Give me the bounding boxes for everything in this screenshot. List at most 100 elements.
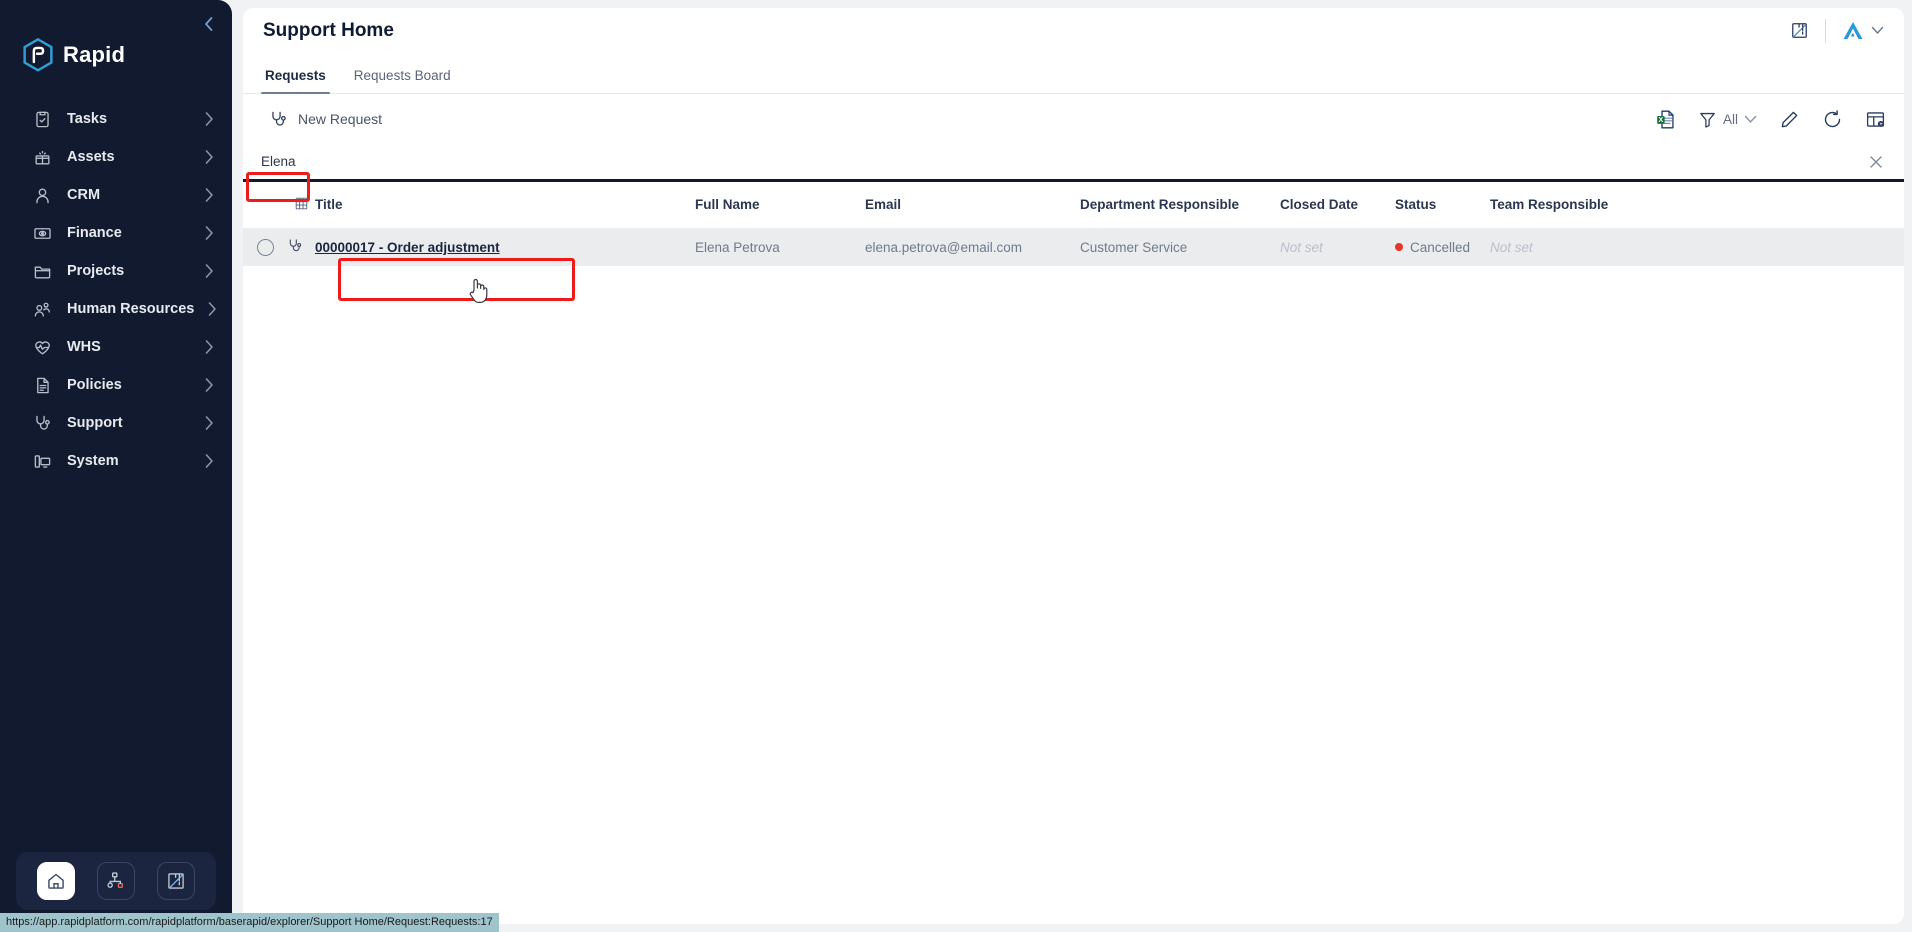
status-dot-icon: [1395, 243, 1403, 252]
excel-export-button[interactable]: X: [1655, 109, 1676, 130]
stethoscope-icon: [289, 239, 302, 251]
sidebar-item-policies[interactable]: Policies: [0, 366, 232, 404]
clipboard-check-icon: [32, 109, 53, 130]
grid-icon: [295, 197, 307, 210]
row-closed-date-cell: Not set: [1280, 228, 1395, 266]
sidebar-item-label: Policies: [67, 377, 122, 393]
closed-date-value: Not set: [1280, 239, 1323, 255]
chevron-right-icon: [205, 188, 214, 202]
sidebar-collapse-button[interactable]: [198, 14, 218, 34]
column-header-department-responsible[interactable]: Department Responsible: [1080, 182, 1280, 229]
sidebar-item-label: Projects: [67, 263, 125, 279]
stethoscope-icon: [272, 111, 286, 126]
sidebar-nav: Tasks Assets CRM Finance Projects Human …: [0, 100, 232, 852]
sidebar-item-human-resources[interactable]: Human Resources: [0, 290, 232, 328]
home-icon: [48, 873, 64, 889]
funnel-icon: [1700, 112, 1715, 128]
clear-search-button[interactable]: [1866, 152, 1886, 172]
svg-text:X: X: [1659, 117, 1664, 124]
request-title-link[interactable]: 00000017 - Order adjustment: [315, 240, 500, 255]
pencil-icon: [1781, 111, 1798, 127]
chevron-right-icon: [205, 226, 214, 240]
row-email-cell: elena.petrova@email.com: [865, 228, 1080, 266]
new-request-label: New Request: [298, 111, 383, 127]
avatar-logo-icon: [1843, 21, 1863, 39]
actionbar: New Request X All: [243, 94, 1904, 144]
column-header-team-responsible[interactable]: Team Responsible: [1490, 182, 1904, 229]
sidebar-footer: [16, 852, 216, 910]
chevron-right-icon: [205, 454, 214, 468]
row-title-cell: 00000017 - Order adjustment: [315, 228, 695, 266]
divider: [1825, 18, 1826, 43]
grid-column-header[interactable]: [287, 182, 315, 229]
avatar-menu[interactable]: [1840, 19, 1884, 43]
stethoscope-icon: [32, 413, 53, 434]
chevron-right-icon: [205, 264, 214, 278]
excel-export-icon: X: [1657, 110, 1674, 128]
column-settings-button[interactable]: [1865, 109, 1886, 130]
tabbar: Requests Requests Board: [243, 53, 1904, 94]
row-select-cell: [243, 228, 287, 266]
sidebar-item-projects[interactable]: Projects: [0, 252, 232, 290]
new-request-button[interactable]: New Request: [259, 105, 392, 134]
brand[interactable]: Rapid: [0, 0, 232, 78]
column-header-title[interactable]: Title: [315, 182, 695, 229]
banknote-eye-icon: [32, 223, 53, 244]
status-label: Cancelled: [1410, 239, 1471, 255]
ruler-icon: [168, 873, 184, 889]
column-header-status[interactable]: Status: [1395, 182, 1490, 229]
column-header-closed-date[interactable]: Closed Date: [1280, 182, 1395, 229]
heart-pulse-icon: [32, 337, 53, 358]
team-value: Not set: [1490, 239, 1533, 255]
chevron-down-icon: [1744, 115, 1757, 123]
ruler-button[interactable]: [157, 862, 195, 900]
close-x-icon: [1870, 155, 1882, 168]
table-settings-icon: [1866, 111, 1885, 127]
sidebar-item-label: Human Resources: [67, 301, 195, 317]
titlebar: Support Home: [243, 8, 1904, 53]
chevron-left-icon: [204, 17, 212, 31]
column-header-email[interactable]: Email: [865, 182, 1080, 229]
requests-table: Title Full Name Email Department Respons…: [243, 182, 1904, 266]
sidebar-item-crm[interactable]: CRM: [0, 176, 232, 214]
sidebar-item-system[interactable]: System: [0, 442, 232, 480]
refresh-button[interactable]: [1822, 109, 1843, 130]
main-panel: Support Home Requests Requests Board New…: [243, 8, 1904, 924]
refresh-icon: [1824, 109, 1841, 127]
document-lines-icon: [32, 375, 53, 396]
search-input[interactable]: [251, 148, 551, 175]
chevron-down-icon: [1871, 26, 1884, 34]
person-icon: [32, 185, 53, 206]
sidebar-item-label: WHS: [67, 339, 101, 355]
sidebar-item-assets[interactable]: Assets: [0, 138, 232, 176]
filter-button[interactable]: All: [1698, 110, 1757, 129]
sidebar-item-label: System: [67, 453, 119, 469]
table-header-row: Title Full Name Email Department Respons…: [243, 182, 1904, 229]
computer-icon: [32, 451, 53, 472]
row-department-cell: Customer Service: [1080, 228, 1280, 266]
sidebar-item-whs[interactable]: WHS: [0, 328, 232, 366]
sidebar-item-support[interactable]: Support: [0, 404, 232, 442]
chevron-right-icon: [205, 340, 214, 354]
people-icon: [32, 299, 53, 320]
ruler-button[interactable]: [1787, 19, 1811, 43]
home-button[interactable]: [37, 862, 75, 900]
table-row[interactable]: 00000017 - Order adjustment Elena Petrov…: [243, 228, 1904, 266]
column-header-full-name[interactable]: Full Name: [695, 182, 865, 229]
select-column-header: [243, 182, 287, 229]
chevron-right-icon: [208, 302, 217, 316]
brand-name: Rapid: [63, 42, 126, 67]
tab-requests[interactable]: Requests: [251, 68, 340, 94]
tab-requests-board[interactable]: Requests Board: [340, 68, 465, 93]
row-select-radio[interactable]: [256, 238, 274, 256]
sidebar-item-label: CRM: [67, 187, 101, 203]
assets-box-icon: [32, 147, 53, 168]
sitemap-button[interactable]: [97, 862, 135, 900]
filter-label: All: [1722, 111, 1738, 127]
edit-button[interactable]: [1779, 109, 1800, 130]
sidebar-item-tasks[interactable]: Tasks: [0, 100, 232, 138]
titlebar-actions: [1787, 18, 1884, 43]
actionbar-right: X All: [1655, 109, 1886, 130]
folder-icon: [32, 261, 53, 282]
sidebar-item-finance[interactable]: Finance: [0, 214, 232, 252]
